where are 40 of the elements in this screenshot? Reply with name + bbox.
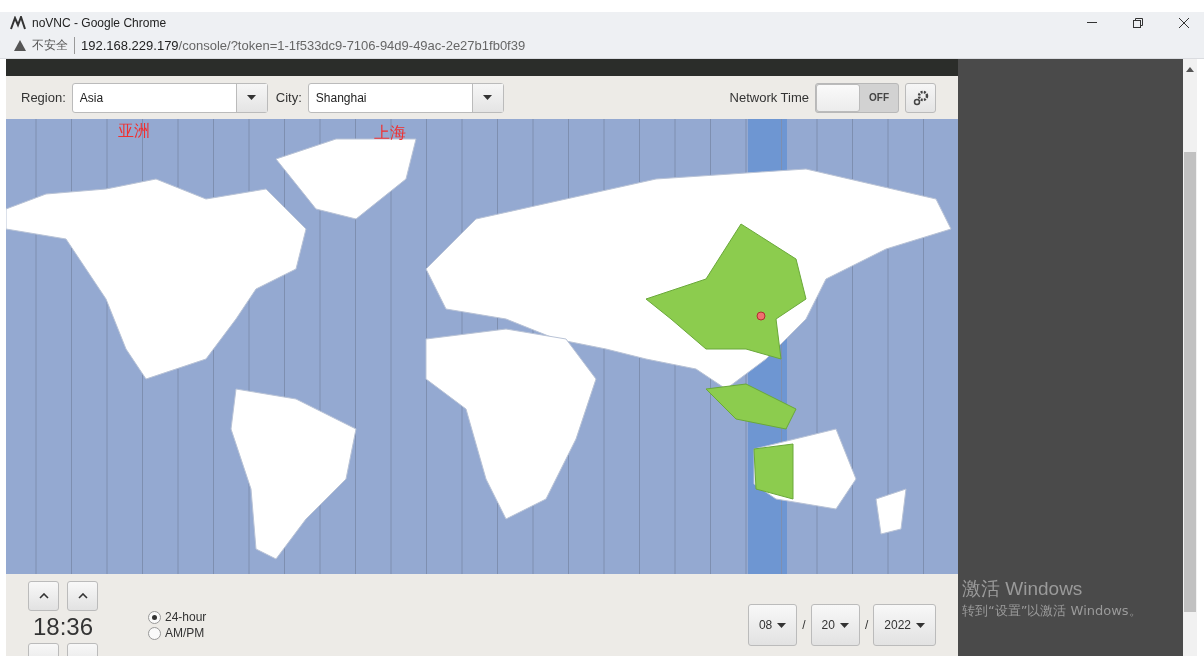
app-logo-icon	[10, 15, 26, 30]
caret-icon	[483, 95, 493, 100]
chevron-up-icon	[38, 593, 49, 599]
city-label: City:	[275, 90, 302, 105]
activation-title: 激活 Windows	[962, 577, 1084, 601]
restore-icon	[1133, 17, 1143, 28]
security-status[interactable]: 不安全	[32, 37, 75, 54]
annotation-text: 上海	[374, 123, 406, 144]
network-time-switch[interactable]: OFF	[815, 82, 899, 113]
chevron-up-icon	[77, 593, 88, 599]
gears-icon	[912, 89, 929, 106]
date-separator: /	[802, 618, 806, 632]
timezone-map[interactable]	[6, 119, 958, 574]
scrollbar-thumb[interactable]	[1184, 152, 1196, 612]
day-dropdown[interactable]: 20	[810, 604, 860, 646]
scroll-up-icon[interactable]	[1186, 67, 1194, 72]
time-format-radio[interactable]: AM/PM	[148, 626, 207, 640]
month-dropdown[interactable]: 08	[747, 604, 798, 646]
settings-button[interactable]	[905, 82, 936, 113]
warning-icon	[14, 40, 26, 51]
region-label: Region:	[21, 90, 66, 105]
region-dropdown[interactable]: Asia	[71, 82, 268, 113]
activation-text: 转到“设置”以激活 Windows。	[962, 602, 1143, 620]
city-dropdown[interactable]: Shanghai	[307, 82, 504, 113]
time-display: 18:36	[32, 613, 94, 641]
close-icon	[1179, 17, 1189, 28]
caret-icon	[839, 622, 849, 628]
year-dropdown[interactable]: 2022	[873, 604, 936, 646]
annotation-text: 亚洲	[118, 121, 150, 142]
hour-up-button[interactable]	[28, 581, 59, 611]
network-time-label: Network Time	[729, 90, 809, 105]
window-title: noVNC - Google Chrome	[32, 15, 168, 30]
caret-icon	[777, 622, 787, 628]
date-separator: /	[864, 618, 869, 632]
url-text[interactable]: 192.168.229.179/console/?token=1-1f533dc9-7106-94d9-49ac-2e27b1fb0f39	[81, 38, 526, 53]
caret-icon	[247, 95, 257, 100]
caret-icon	[916, 622, 925, 628]
time-format-radio[interactable]: 24-hour	[148, 610, 207, 624]
minimize-icon	[1087, 22, 1097, 23]
minute-up-button[interactable]	[67, 581, 98, 611]
